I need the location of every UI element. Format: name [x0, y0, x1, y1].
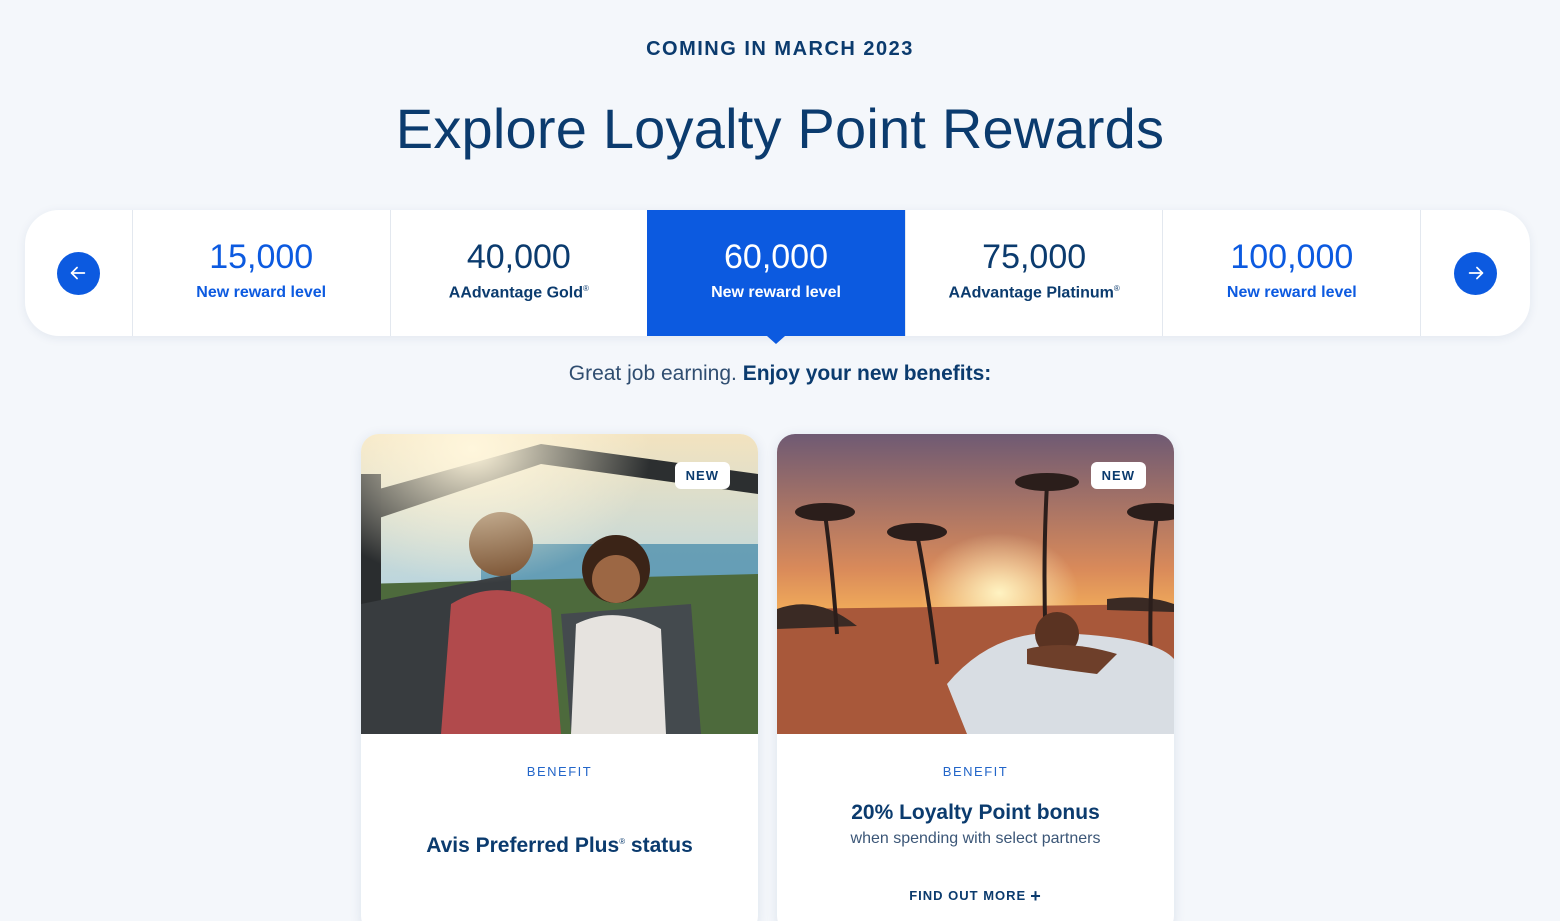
page-title: Explore Loyalty Point Rewards — [395, 97, 1165, 160]
benefit-kicker: BENEFIT — [942, 764, 1009, 779]
tier-75000[interactable]: 75,000 AAdvantage Platinum® — [904, 210, 1163, 336]
tier-40000[interactable]: 40,000 AAdvantage Gold® — [389, 210, 648, 336]
plus-icon: + — [1030, 886, 1042, 906]
benefit-description: when spending with select partners — [850, 830, 1101, 847]
tier-points: 60,000 — [724, 238, 828, 276]
benefit-card-avis: NEW BENEFIT Avis Preferred Plus® status — [361, 434, 758, 921]
tier-label: New reward level — [711, 284, 841, 301]
benefit-headline: 20% Loyalty Point bonus — [851, 801, 1100, 824]
find-out-more-link[interactable]: FIND OUT MORE + — [777, 886, 1174, 907]
benefit-headline: Avis Preferred Plus® status — [426, 834, 693, 857]
arrow-right-icon — [1468, 266, 1483, 280]
eyebrow-label: COMING IN MARCH 2023 — [646, 38, 914, 60]
tropical-sunset-photo: NEW — [777, 434, 1174, 734]
carousel-next-button[interactable] — [1454, 251, 1498, 295]
tier-label: AAdvantage Gold® — [448, 283, 589, 302]
registered-mark: ® — [583, 283, 589, 293]
benefit-card-loyalty-bonus: NEW BENEFIT 20% Loyalty Point bonus when… — [777, 434, 1174, 921]
tier-points: 100,000 — [1230, 238, 1354, 276]
new-badge: NEW — [1090, 462, 1146, 489]
tier-points: 15,000 — [209, 238, 314, 276]
registered-mark: ® — [1113, 283, 1120, 293]
tier-100000[interactable]: 100,000 New reward level — [1162, 210, 1420, 336]
tier-points: 40,000 — [466, 237, 571, 276]
tier-label: New reward level — [1226, 284, 1357, 301]
tier-15000[interactable]: 15,000 New reward level — [131, 210, 390, 336]
tier-points: 75,000 — [982, 237, 1087, 276]
arrow-left-icon — [71, 266, 86, 280]
carousel-prev-cell — [25, 210, 132, 336]
reward-tier-carousel: 15,000 New reward level 40,000 AAdvantag… — [25, 210, 1530, 344]
tier-60000[interactable]: 60,000 New reward level — [647, 210, 905, 344]
benefit-kicker: BENEFIT — [526, 764, 593, 779]
tier-label: New reward level — [196, 284, 327, 301]
tier-label: AAdvantage Platinum® — [948, 283, 1120, 302]
couple-convertible-photo: NEW — [361, 434, 758, 734]
carousel-prev-button[interactable] — [56, 251, 100, 295]
benefits-intro: Great job earning. Enjoy your new benefi… — [568, 362, 992, 385]
carousel-next-cell — [1420, 210, 1530, 336]
new-badge: NEW — [674, 462, 730, 489]
